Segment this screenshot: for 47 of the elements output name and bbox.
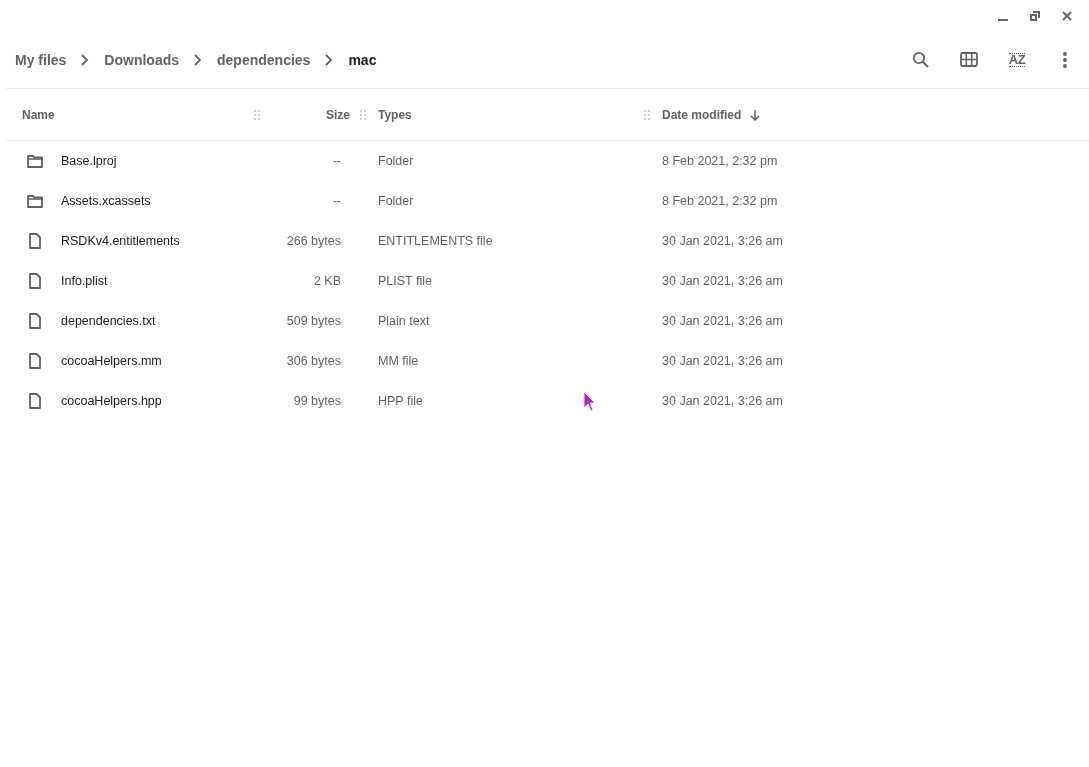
file-size: -- — [331, 194, 342, 208]
file-size: 99 bytes — [292, 394, 342, 408]
breadcrumb-item[interactable]: Downloads — [104, 52, 180, 68]
column-header[interactable]: Date modified — [662, 107, 742, 122]
date-modified: 30 Jan 2021, 3:26 am — [662, 394, 783, 408]
date-modified: 30 Jan 2021, 3:26 am — [662, 234, 783, 248]
file-name[interactable]: Base.lproj — [61, 154, 117, 168]
column-header[interactable]: Size — [326, 107, 350, 122]
breadcrumb-item[interactable]: My files — [15, 52, 67, 68]
date-modified: 8 Feb 2021, 2:32 pm — [662, 154, 778, 168]
cursor-icon — [584, 392, 596, 412]
file-name[interactable]: cocoaHelpers.hpp — [61, 394, 162, 408]
resize-handle-icon — [254, 109, 260, 120]
file-size: 509 bytes — [285, 314, 342, 328]
breadcrumb-item[interactable]: mac — [348, 52, 377, 68]
resize-handle-icon — [644, 109, 650, 120]
file-type: HPP file — [378, 394, 423, 408]
more-icon — [1063, 52, 1067, 68]
file-type: PLIST file — [378, 274, 432, 288]
close-icon — [1062, 11, 1072, 21]
file-type: ENTITLEMENTS file — [378, 234, 493, 248]
date-modified: 30 Jan 2021, 3:26 am — [662, 314, 783, 328]
file-size: 266 bytes — [285, 234, 342, 248]
file-name[interactable]: RSDKv4.entitlements — [61, 234, 180, 248]
file-type: Folder — [378, 194, 414, 208]
breadcrumb-item[interactable]: dependencies — [217, 52, 311, 68]
column-header[interactable]: Types — [378, 107, 412, 122]
date-modified: 30 Jan 2021, 3:26 am — [662, 274, 783, 288]
file-name[interactable]: dependencies.txt — [61, 314, 156, 328]
file-name[interactable]: cocoaHelpers.mm — [61, 354, 162, 368]
grid-icon — [960, 51, 978, 69]
sort-button[interactable]: AZ — [1001, 44, 1033, 76]
minimize-icon — [998, 19, 1008, 21]
file-name[interactable]: Assets.xcassets — [61, 194, 151, 208]
file-name[interactable]: Info.plist — [61, 274, 108, 288]
file-type: Plain text — [378, 314, 430, 328]
column-header[interactable]: Name — [22, 107, 55, 122]
file-size: -- — [331, 154, 342, 168]
date-modified: 30 Jan 2021, 3:26 am — [662, 354, 783, 368]
file-size: 306 bytes — [285, 354, 342, 368]
restore-icon — [1030, 11, 1040, 21]
resize-handle-icon — [360, 109, 366, 120]
file-type: MM file — [378, 354, 419, 368]
file-type: Folder — [378, 154, 414, 168]
date-modified: 8 Feb 2021, 2:32 pm — [662, 194, 778, 208]
search-icon — [912, 51, 930, 69]
file-size: 2 KB — [312, 274, 342, 288]
